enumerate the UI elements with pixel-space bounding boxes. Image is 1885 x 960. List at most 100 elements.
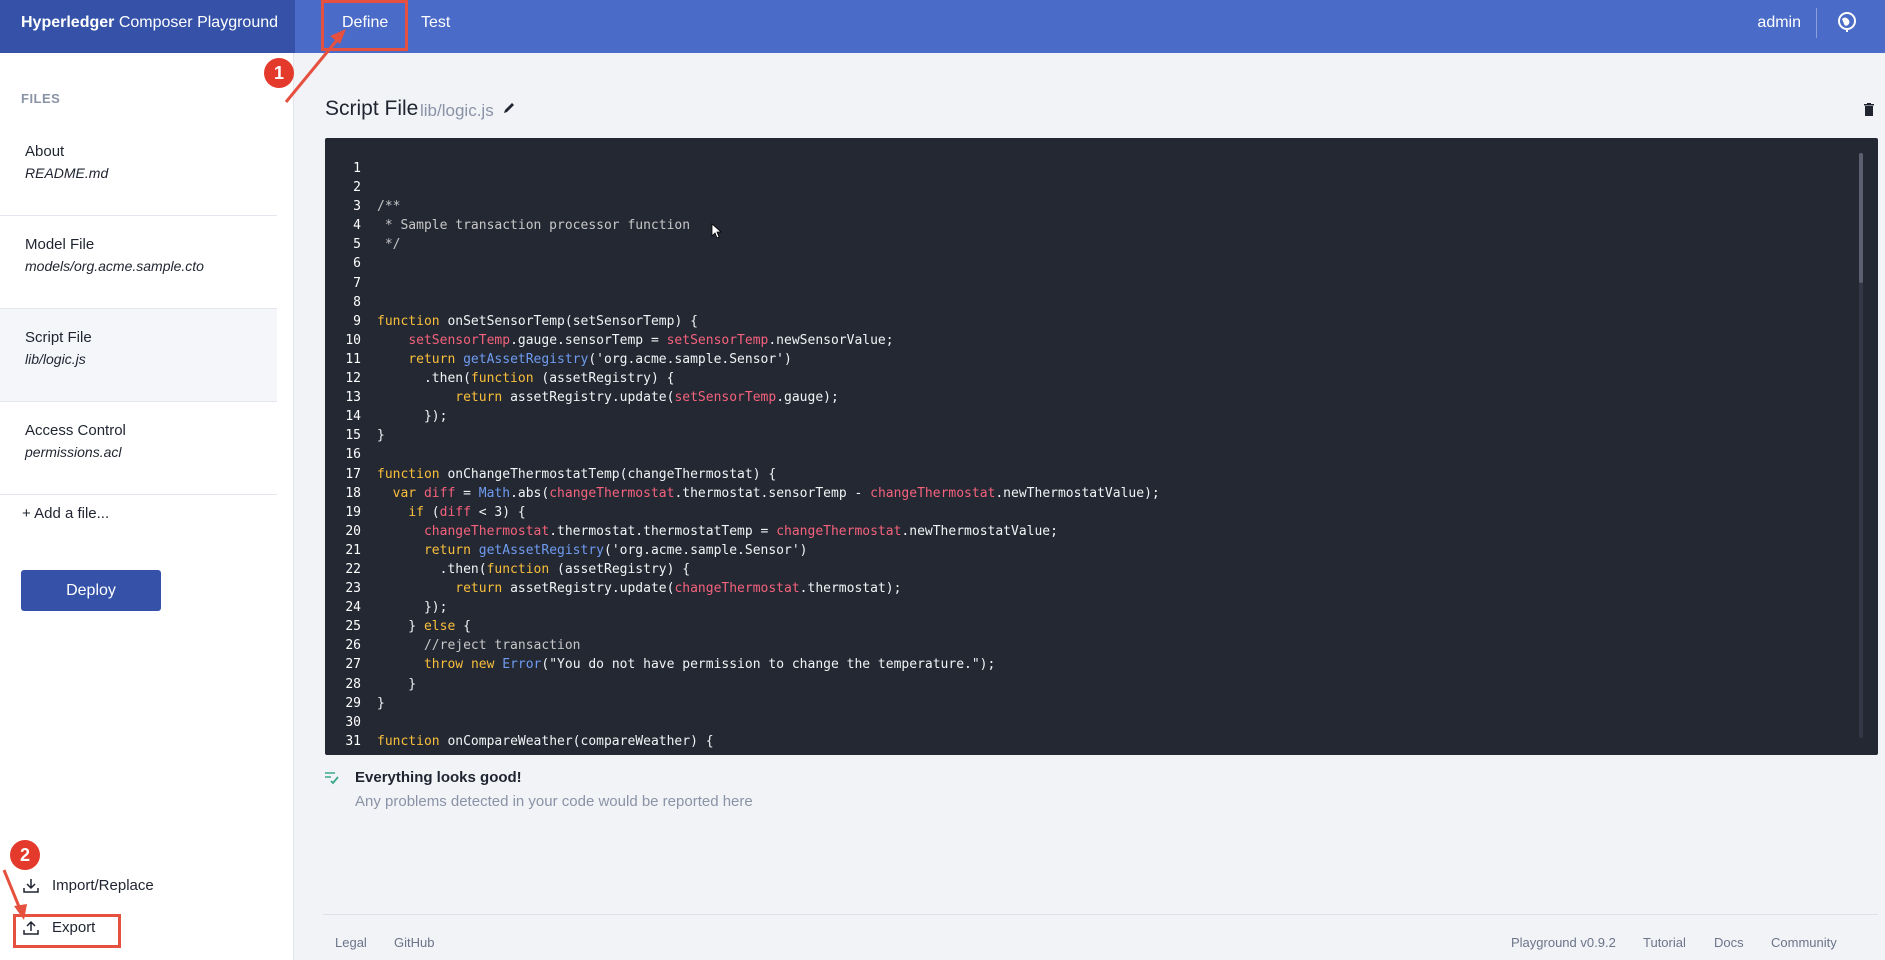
brand-rest: Composer Playground <box>114 14 279 31</box>
file-name: Model File <box>25 236 95 253</box>
globe-icon[interactable] <box>1836 11 1858 33</box>
code-line[interactable]: throw new Error("You do not have permiss… <box>377 655 1160 674</box>
code-line[interactable]: .then(function (assetRegistry) { <box>377 369 1160 388</box>
code-line[interactable]: function onChangeThermostatTemp(changeTh… <box>377 465 1160 484</box>
footer-tutorial-link[interactable]: Tutorial <box>1643 935 1686 950</box>
footer-community-link[interactable]: Community <box>1771 935 1837 950</box>
import-replace-button[interactable]: Import/Replace <box>22 877 154 894</box>
file-item-model[interactable]: Model File models/org.acme.sample.cto <box>0 216 277 309</box>
code-line[interactable] <box>377 254 1160 273</box>
line-number: 20 <box>345 523 361 539</box>
file-path: models/org.acme.sample.cto <box>25 258 204 274</box>
deploy-button[interactable]: Deploy <box>21 570 161 611</box>
line-number: 26 <box>345 638 361 654</box>
code-line[interactable] <box>377 445 1160 464</box>
file-path: README.md <box>25 165 109 181</box>
brand-bold: Hyperledger <box>21 14 115 31</box>
code-line[interactable]: } <box>377 426 1160 445</box>
line-number: 17 <box>345 466 361 482</box>
file-item-acl[interactable]: Access Control permissions.acl <box>0 402 277 495</box>
code-line[interactable]: return getAssetRegistry('org.acme.sample… <box>377 350 1160 369</box>
line-number: 9 <box>353 313 361 329</box>
annotation-box-define <box>321 0 408 51</box>
code-line[interactable] <box>377 713 1160 732</box>
code-line[interactable]: }); <box>377 598 1160 617</box>
file-path: permissions.acl <box>25 444 122 460</box>
code-line[interactable] <box>377 293 1160 312</box>
line-number: 29 <box>345 695 361 711</box>
footer-docs-link[interactable]: Docs <box>1714 935 1744 950</box>
code-line[interactable]: setSensorTemp.gauge.sensorTemp = setSens… <box>377 331 1160 350</box>
mouse-cursor-icon <box>711 223 723 239</box>
topbar-divider <box>1816 8 1817 38</box>
code-line[interactable]: .then(function (assetRegistry) { <box>377 560 1160 579</box>
line-number: 24 <box>345 600 361 616</box>
code-line[interactable]: changeThermostat.thermostat.thermostatTe… <box>377 522 1160 541</box>
code-line[interactable]: return getAssetRegistry('org.acme.sample… <box>377 541 1160 560</box>
line-number: 10 <box>345 332 361 348</box>
scrollbar-thumb[interactable] <box>1859 153 1863 283</box>
code-line[interactable] <box>377 159 1160 178</box>
code-line[interactable]: } else { <box>377 617 1160 636</box>
footer: Legal GitHub Playground v0.9.2 Tutorial … <box>323 914 1878 960</box>
line-number: 13 <box>345 390 361 406</box>
sidebar: FILES About README.md Model File models/… <box>0 53 294 960</box>
line-number: 16 <box>345 447 361 463</box>
tab-test[interactable]: Test <box>411 0 460 53</box>
code-line[interactable]: } <box>377 675 1160 694</box>
annotation-badge-1: 1 <box>264 58 294 88</box>
line-number: 30 <box>345 714 361 730</box>
files-heading: FILES <box>21 91 61 106</box>
add-file-link[interactable]: + Add a file... <box>22 505 109 522</box>
pencil-icon[interactable] <box>502 101 516 115</box>
code-line[interactable] <box>377 274 1160 293</box>
code-line[interactable]: */ <box>377 235 1160 254</box>
code-line[interactable]: * Sample transaction processor function <box>377 216 1160 235</box>
footer-github-link[interactable]: GitHub <box>394 935 434 950</box>
line-number: 22 <box>345 561 361 577</box>
file-item-script[interactable]: Script File lib/logic.js <box>0 309 277 402</box>
line-number-gutter: 1 2 3 4 5 6 7 8 9 10 11 12 13 14 15 16 17 18 19 20 21 22 23 24 2… <box>325 159 361 751</box>
import-label: Import/Replace <box>52 877 154 894</box>
annotation-badge-2: 2 <box>10 840 40 870</box>
check-list-icon <box>325 772 339 785</box>
code-line[interactable]: //reject transaction <box>377 636 1160 655</box>
code-line[interactable]: function onSetSensorTemp(setSensorTemp) … <box>377 312 1160 331</box>
line-number: 21 <box>345 542 361 558</box>
footer-legal-link[interactable]: Legal <box>335 935 367 950</box>
file-name: Access Control <box>25 422 126 439</box>
page-title: Script File <box>325 97 419 120</box>
line-number: 8 <box>353 294 361 310</box>
line-number: 18 <box>345 485 361 501</box>
line-number: 11 <box>345 351 361 367</box>
code-line[interactable] <box>377 178 1160 197</box>
status-subtitle: Any problems detected in your code would… <box>355 793 753 810</box>
file-name: Script File <box>25 329 92 346</box>
file-path: lib/logic.js <box>25 351 86 367</box>
code-editor[interactable]: 1 2 3 4 5 6 7 8 9 10 11 12 13 14 15 16 17 18 19 20 21 22 23 24 2… <box>325 138 1878 755</box>
code-line[interactable]: /** <box>377 197 1160 216</box>
line-number: 7 <box>353 275 361 291</box>
code-line[interactable]: return assetRegistry.update(changeThermo… <box>377 579 1160 598</box>
script-path: lib/logic.js <box>420 101 494 120</box>
annotation-box-export <box>13 914 121 948</box>
file-item-about[interactable]: About README.md <box>0 123 277 216</box>
code-content[interactable]: /** * Sample transaction processor funct… <box>377 159 1160 751</box>
line-number: 12 <box>345 371 361 387</box>
line-number: 14 <box>345 409 361 425</box>
trash-icon[interactable] <box>1863 103 1875 116</box>
user-name[interactable]: admin <box>1757 0 1801 45</box>
code-line[interactable]: return assetRegistry.update(setSensorTem… <box>377 388 1160 407</box>
code-line[interactable]: var diff = Math.abs(changeThermostat.the… <box>377 484 1160 503</box>
line-number: 19 <box>345 504 361 520</box>
footer-version: Playground v0.9.2 <box>1511 935 1616 950</box>
code-line[interactable]: if (diff < 3) { <box>377 503 1160 522</box>
line-number: 2 <box>353 180 361 196</box>
line-number: 27 <box>345 657 361 673</box>
line-number: 5 <box>353 237 361 253</box>
code-line[interactable]: } <box>377 694 1160 713</box>
code-line[interactable]: function onCompareWeather(compareWeather… <box>377 732 1160 751</box>
app-brand[interactable]: Hyperledger Composer Playground <box>0 0 295 53</box>
code-line[interactable]: }); <box>377 407 1160 426</box>
line-number: 1 <box>353 161 361 176</box>
